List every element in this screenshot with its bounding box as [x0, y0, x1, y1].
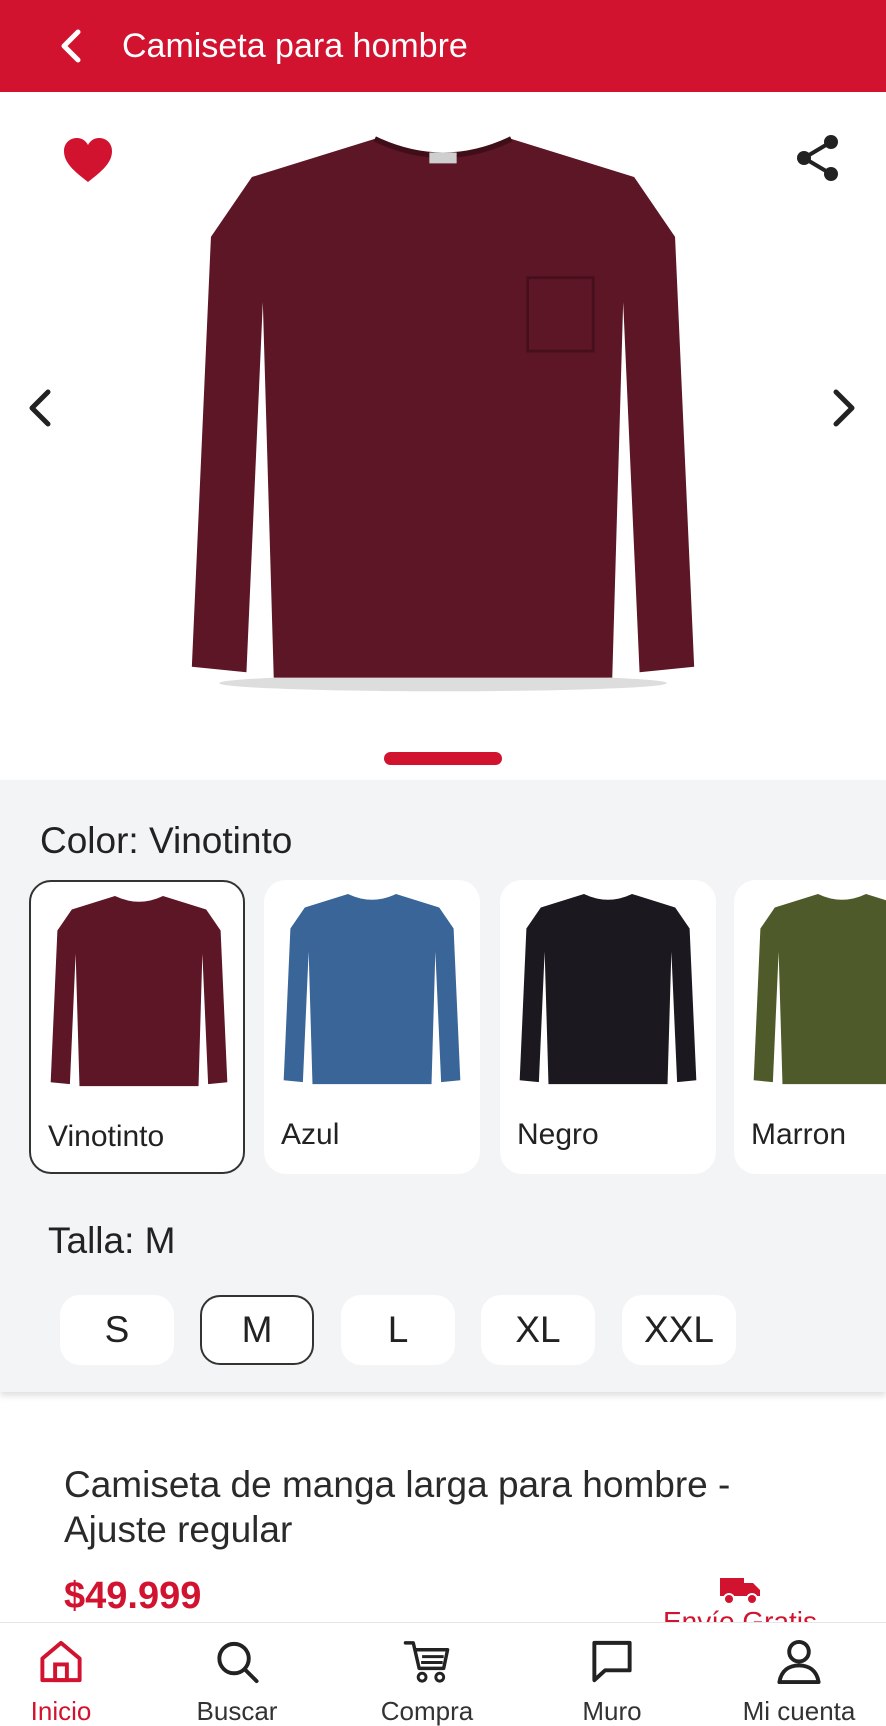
nav-item-buscar[interactable]: Buscar — [182, 1623, 292, 1726]
home-icon — [40, 1640, 82, 1683]
selected-color: Vinotinto — [148, 820, 293, 861]
size-label: Talla: M — [48, 1220, 176, 1262]
previous-image-button[interactable] — [12, 380, 68, 436]
color-option-negro[interactable]: Negro — [500, 880, 716, 1174]
shirt-thumbnail — [753, 894, 886, 1085]
nav-label: Compra — [380, 1696, 474, 1726]
cart-icon — [403, 1641, 450, 1683]
user-icon — [777, 1639, 821, 1685]
selected-size: M — [144, 1220, 176, 1261]
chevron-right-icon — [833, 389, 855, 427]
size-option-l[interactable]: L — [341, 1295, 455, 1365]
color-label: Color: Vinotinto — [40, 820, 292, 862]
heart-icon — [64, 138, 112, 182]
color-option-label: Negro — [517, 1118, 599, 1151]
nav-item-muro[interactable]: Muro — [566, 1623, 658, 1726]
nav-label: Muro — [582, 1696, 642, 1726]
favorite-button[interactable] — [60, 132, 116, 188]
chat-icon — [592, 1640, 632, 1683]
nav-label: Inicio — [30, 1696, 92, 1726]
color-option-vinotinto[interactable]: Vinotinto — [29, 880, 245, 1174]
shirt-thumbnail — [519, 894, 697, 1085]
size-option-m[interactable]: M — [200, 1295, 314, 1365]
color-option-azul[interactable]: Azul — [264, 880, 480, 1174]
product-price: $49.999 — [64, 1575, 202, 1617]
size-option-xl[interactable]: XL — [481, 1295, 595, 1365]
size-label-key: Talla: — [48, 1220, 135, 1261]
color-label-key: Color: — [40, 820, 139, 861]
product-gallery — [0, 92, 886, 780]
app-bar: Camiseta para hombre — [0, 0, 886, 92]
size-option-s[interactable]: S — [60, 1295, 174, 1365]
chevron-left-icon — [61, 29, 81, 63]
color-option-label: Vinotinto — [48, 1120, 165, 1153]
product-image — [191, 136, 695, 692]
page-title: Camiseta para hombre — [122, 27, 468, 65]
share-icon — [797, 135, 838, 181]
shipping-text: Envío Gratis — [662, 1606, 818, 1622]
shipping-badge: Envío Gratis — [640, 1570, 840, 1622]
back-button[interactable] — [44, 18, 100, 74]
share-button[interactable] — [790, 130, 846, 186]
product-title: Camiseta de manga larga para hombre - Aj… — [64, 1464, 731, 1550]
nav-item-mi-cuenta[interactable]: Mi cuenta — [728, 1623, 870, 1726]
nav-item-inicio[interactable]: Inicio — [20, 1623, 102, 1726]
nav-item-compra[interactable]: Compra — [367, 1623, 487, 1726]
shirt-thumbnail — [50, 896, 228, 1087]
nav-label: Mi cuenta — [742, 1696, 856, 1726]
carousel-indicator — [384, 752, 502, 765]
variant-selector: Color: Vinotinto Vinotinto Azul Negro Ma… — [0, 780, 886, 1392]
size-option-xxl[interactable]: XXL — [622, 1295, 736, 1365]
color-option-label: Azul — [281, 1118, 340, 1151]
bottom-navigation: Inicio Buscar Compra Muro Mi cuenta — [0, 1622, 886, 1726]
search-icon — [217, 1641, 259, 1684]
color-option-label: Marron — [751, 1118, 847, 1151]
color-option-marron[interactable]: Marron — [734, 880, 886, 1174]
delivery-truck-icon — [720, 1578, 760, 1605]
chevron-left-icon — [29, 389, 51, 427]
shirt-body — [191, 138, 695, 678]
shirt-thumbnail — [283, 894, 461, 1085]
nav-label: Buscar — [196, 1696, 278, 1726]
next-image-button[interactable] — [816, 380, 872, 436]
